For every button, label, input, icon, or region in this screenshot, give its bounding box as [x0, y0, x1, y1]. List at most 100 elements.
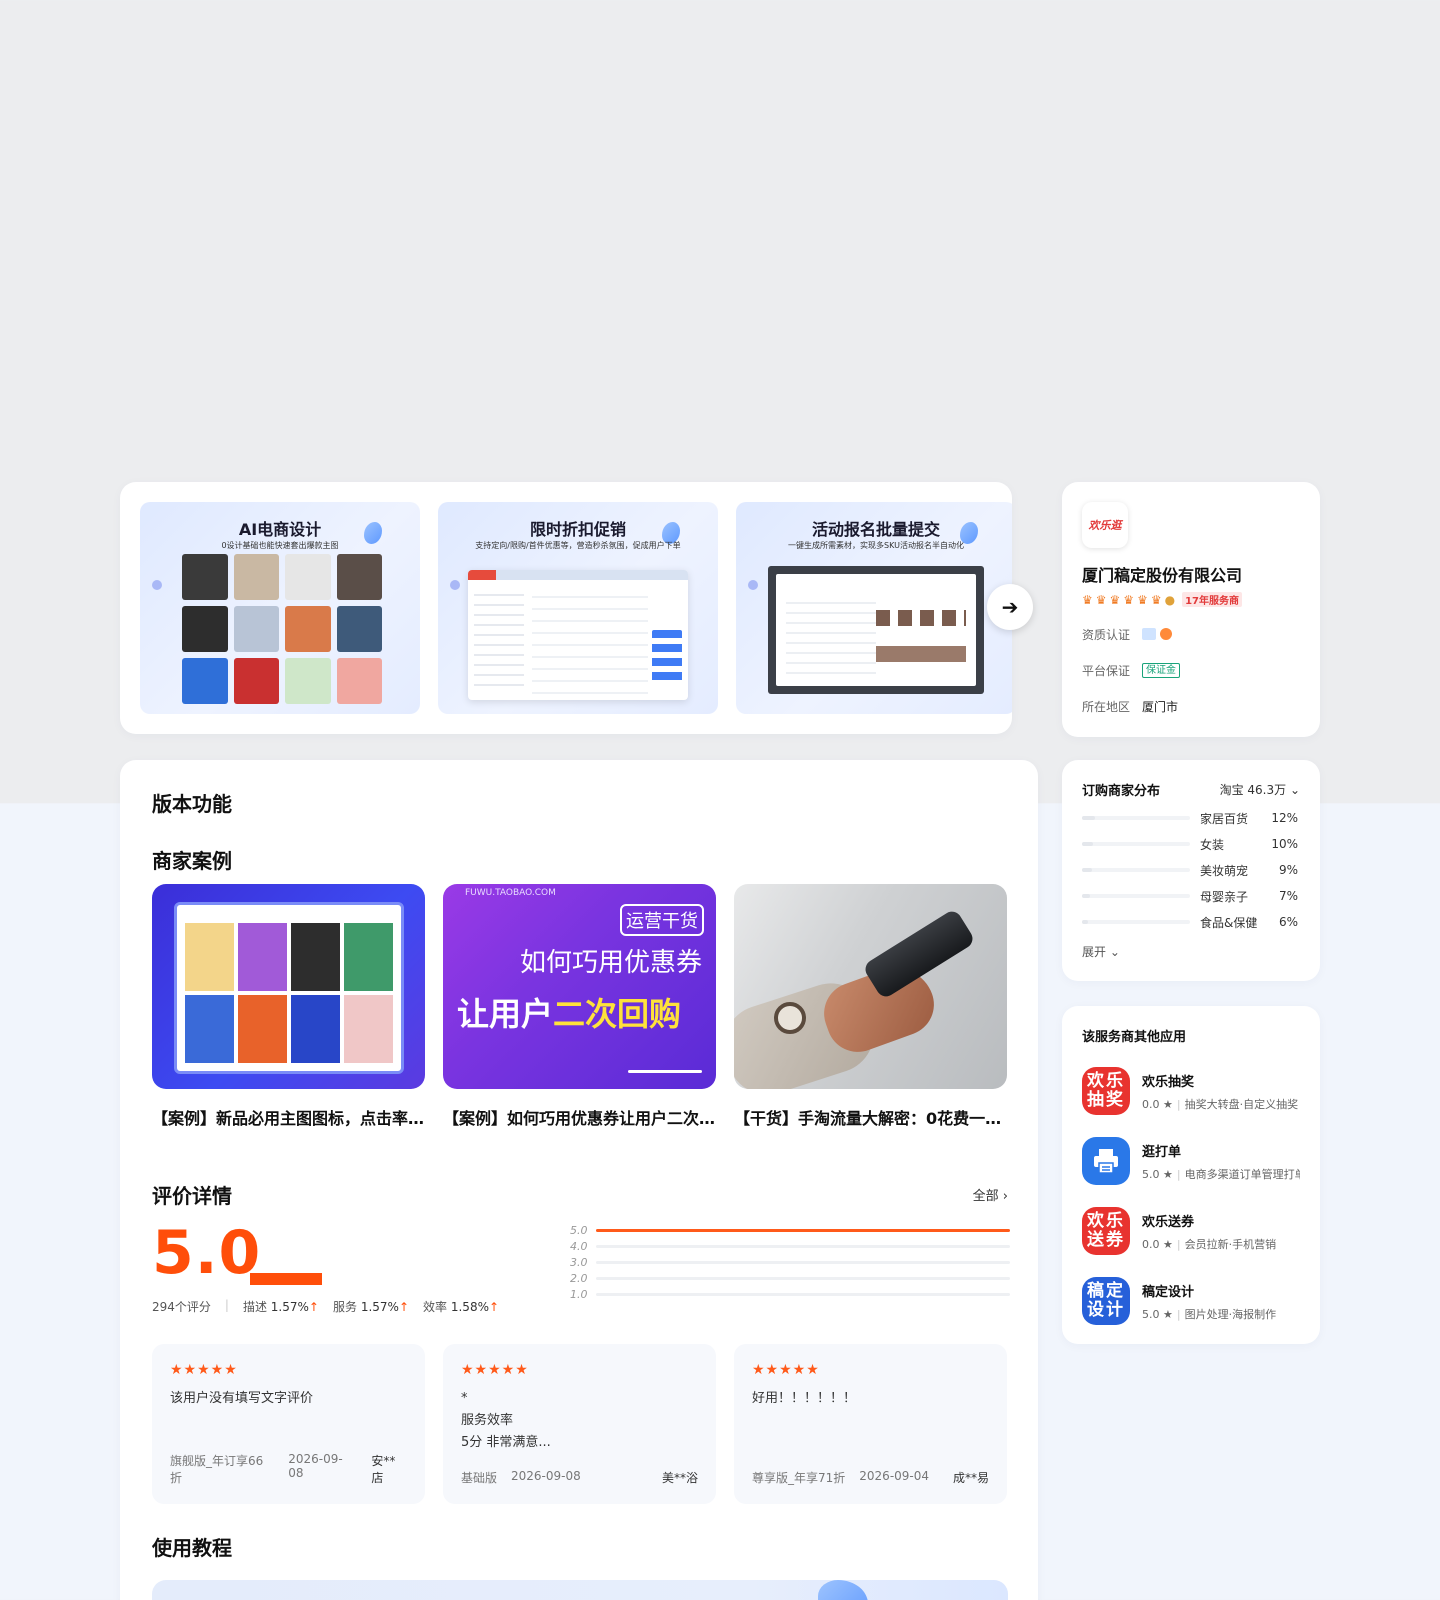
case-card[interactable]: FUWU.TAOBAO.COM 运营干货 如何巧用优惠券 让用户二次回购 【案例… [443, 884, 716, 1129]
distribution-row: 食品&保健 6% [1082, 915, 1300, 930]
case-thumbnail [152, 884, 425, 1089]
score-underline [250, 1273, 322, 1285]
slide-dot [152, 580, 162, 590]
region-value: 厦门市 [1142, 699, 1179, 714]
arrow-right-icon: ➔ [1001, 595, 1019, 619]
design-app-icon: 稿定设计 [1082, 1277, 1130, 1325]
app-name: 欢乐抽奖 [1142, 1074, 1195, 1090]
case-title[interactable]: 【干货】手淘流量大解密：0花费一键提升流量 [734, 1105, 1007, 1129]
crown-icon: ♛ [1109, 592, 1121, 607]
slide-subtitle: 0设计基础也能快速套出爆款主图 [221, 541, 339, 550]
other-apps-card: 该服务商其他应用 欢乐抽奖 欢乐抽奖 0.0 ★ | 抽奖大转盘·自定义抽奖 逛打单… [1062, 1006, 1320, 1344]
app-item[interactable]: 欢乐送券 欢乐送券 0.0 ★ | 会员拉新·手机营销 [1082, 1207, 1300, 1255]
star-icon: ★ [1163, 1167, 1173, 1181]
case-title[interactable]: 【案例】新品必用主图图标，点击率提升秘籍 [152, 1105, 425, 1129]
deposit-badge[interactable]: 保证金 [1142, 662, 1180, 678]
banner-slide-batch-submit[interactable]: 活动报名批量提交 一键生成所需素材，实现多SKU活动报名半自动化 [736, 502, 1012, 714]
guarantee-row: 平台保证 保证金 [1082, 659, 1300, 681]
crown-icon: ♛ [1082, 592, 1093, 607]
rating-stats: 294个评分 | 描述 1.57%↑ 服务 1.57%↑ 效率 1.58%↑ [152, 1298, 500, 1314]
slide-title: AI电商设计 [238, 520, 322, 539]
banner-slide-ai-design[interactable]: AI电商设计 0设计基础也能快速套出爆款主图 [140, 502, 420, 714]
crown-icon: ♛ [1150, 592, 1162, 607]
company-logo: 欢乐逛 [1082, 502, 1128, 548]
review-card[interactable]: ★★★★★ 该用户没有填写文字评价 旗舰版_年订享66折 2026-09-08 安*… [152, 1344, 425, 1504]
cert-label: 资质认证 [1082, 627, 1131, 642]
arrow-up-icon: ↑ [398, 1300, 410, 1314]
all-reviews-link[interactable]: 全部 › [973, 1185, 1008, 1204]
app-screenshot [768, 566, 984, 694]
review-text: 好用！！！！！！ [752, 1391, 857, 1406]
star-rating: ★★★★★ [752, 1362, 820, 1378]
lottery-app-icon: 欢乐抽奖 [1082, 1067, 1130, 1115]
distribution-list: 家居百货 12% 女装 10% 美妆萌宠 9% 母婴亲子 7% 食品&保健 6% [1082, 811, 1300, 930]
star-icon: ★ [1163, 1237, 1173, 1251]
rating-crowns: ♛ ♛ ♛ ♛ ♛ ♛ ● 17年服务商 [1082, 592, 1300, 607]
review-meta: 基础版 2026-09-08 美**浴 [461, 1469, 698, 1485]
slide-dot [450, 580, 460, 590]
trend-line [596, 1229, 1010, 1232]
overall-score: 5.0 [152, 1218, 262, 1288]
review-meta: 尊享版_年享71折 2026-09-04 成**易 [752, 1469, 989, 1485]
review-card[interactable]: ★★★★★ * 服务效率 5分 非常满意... 基础版 2026-09-08 美**浴 [443, 1344, 716, 1504]
distribution-row: 美妆萌宠 9% [1082, 863, 1300, 878]
years-badge: 17年服务商 [1182, 592, 1242, 607]
medal-icon: ● [1164, 592, 1176, 607]
version-features-title: 版本功能 [152, 792, 232, 816]
tutorial-banner[interactable] [152, 1580, 1008, 1600]
merchant-cases-title: 商家案例 [152, 849, 232, 873]
license-icon[interactable] [1142, 628, 1156, 640]
crown-icon: ♛ [1095, 592, 1107, 607]
slide-dot [748, 580, 758, 590]
slide-title: 活动报名批量提交 [811, 520, 940, 539]
review-card[interactable]: ★★★★★ 好用！！！！！！ 尊享版_年享71折 2026-09-04 成**易 [734, 1344, 1007, 1504]
case-card[interactable]: 【干货】手淘流量大解密：0花费一键提升流量 [734, 884, 1007, 1129]
app-name: 欢乐送券 [1142, 1214, 1195, 1230]
app-name: 逛打单 [1142, 1144, 1182, 1160]
arrow-up-icon: ↑ [308, 1300, 319, 1314]
expand-button[interactable]: 展开 ⌄ [1082, 943, 1300, 960]
chevron-down-icon: ⌄ [1289, 783, 1300, 797]
review-text: * 服务效率 5分 非常满意... [461, 1391, 551, 1450]
app-item[interactable]: 稿定设计 稿定设计 5.0 ★ | 图片处理·海报制作 [1082, 1277, 1300, 1325]
app-screenshot [468, 570, 688, 700]
distribution-title: 订购商家分布 [1082, 784, 1161, 799]
star-icon: ★ [1163, 1307, 1173, 1321]
app-name: 稿定设计 [1142, 1284, 1195, 1300]
company-name[interactable]: 厦门稿定股份有限公司 [1082, 562, 1300, 586]
carousel-next-button[interactable]: ➔ [987, 584, 1033, 630]
app-item[interactable]: 逛打单 5.0 ★ | 电商多渠道订单管理打单 [1082, 1137, 1300, 1185]
slide-subtitle: 一键生成所需素材，实现多SKU活动报名半自动化 [788, 541, 964, 550]
reviews-title: 评价详情 [152, 1184, 232, 1208]
rating-count: 294个评分 [152, 1300, 211, 1314]
reviews-header: 评价详情 全部 › [152, 1180, 1008, 1209]
region-label: 所在地区 [1082, 699, 1131, 714]
banner-slide-discount[interactable]: 限时折扣促销 支持定向/限购/首件优惠等，营造秒杀氛围，促成用户下单 [438, 502, 718, 714]
coupon-app-icon: 欢乐送券 [1082, 1207, 1130, 1255]
slide-title: 限时折扣促销 [529, 520, 626, 539]
platform-select[interactable]: 淘宝 46.3万 ⌄ [1220, 781, 1300, 798]
review-meta: 旗舰版_年订享66折 2026-09-08 安**店 [170, 1452, 396, 1485]
case-card[interactable]: 【案例】新品必用主图图标，点击率提升秘籍 [152, 884, 425, 1129]
case-thumbnail: FUWU.TAOBAO.COM 运营干货 如何巧用优惠券 让用户二次回购 [443, 884, 716, 1089]
slide-subtitle: 支持定向/限购/首件优惠等，营造秒杀氛围，促成用户下单 [475, 541, 681, 550]
region-row: 所在地区 厦门市 [1082, 695, 1300, 717]
distribution-row: 家居百货 12% [1082, 811, 1300, 826]
merchant-distribution-card: 订购商家分布 淘宝 46.3万 ⌄ 家居百货 12% 女装 10% 美妆萌宠 9% 母… [1062, 760, 1320, 981]
case-list: 【案例】新品必用主图图标，点击率提升秘籍 FUWU.TAOBAO.COM 运营干… [152, 884, 1008, 1129]
distribution-row: 母婴亲子 7% [1082, 889, 1300, 904]
guarantee-label: 平台保证 [1082, 663, 1131, 678]
main-content-card: 版本功能 商家案例 【案例】新品必用主图图标，点击率提升秘籍 FUWU.TAOB… [120, 760, 1038, 1600]
seal-icon[interactable] [1160, 628, 1172, 640]
case-title[interactable]: 【案例】如何巧用优惠券让用户二次回购 [443, 1105, 716, 1129]
star-rating: ★★★★★ [461, 1362, 529, 1378]
crown-icon: ♛ [1123, 592, 1135, 607]
tutorial-title: 使用教程 [152, 1536, 232, 1560]
star-rating: ★★★★★ [170, 1362, 238, 1378]
company-card: 欢乐逛 厦门稿定股份有限公司 ♛ ♛ ♛ ♛ ♛ ♛ ● 17年服务商 资质认证… [1062, 482, 1320, 737]
app-item[interactable]: 欢乐抽奖 欢乐抽奖 0.0 ★ | 抽奖大转盘·自定义抽奖 [1082, 1067, 1300, 1115]
feature-banner-carousel: AI电商设计 0设计基础也能快速套出爆款主图 限时折扣促销 支持定向/限购/首件… [120, 482, 1012, 734]
review-list: ★★★★★ 该用户没有填写文字评价 旗舰版_年订享66折 2026-09-08 安*… [152, 1344, 1008, 1504]
star-icon: ★ [1163, 1097, 1173, 1111]
arrow-up-icon: ↑ [488, 1300, 500, 1314]
